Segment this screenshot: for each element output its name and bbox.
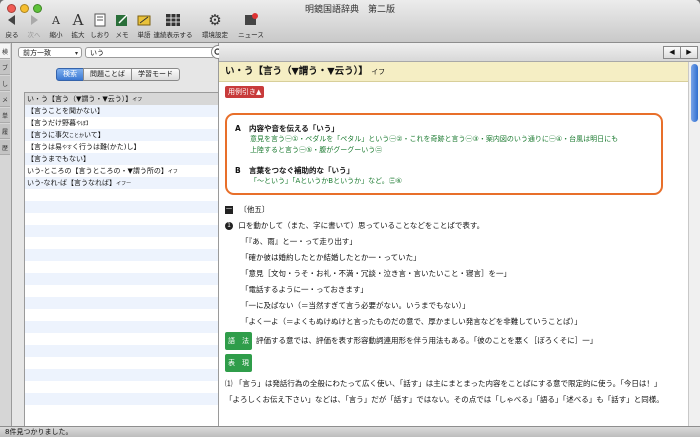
back-label: 戻る — [5, 31, 19, 39]
sidebar-tab[interactable]: 単 — [0, 108, 10, 123]
gear-icon: ⚙ — [208, 11, 222, 29]
preferences-button[interactable]: ⚙ 環境設定 — [198, 11, 232, 42]
usage-heading: B 言葉をつなぐ補助的な「いう」 — [235, 166, 354, 175]
entry-pane: ◀ ▶ い・う【言う（▼謂う・▼云う）】 イフ 用例引き▲ A 内容や音を伝える「… — [219, 43, 700, 426]
news-label: ニュース — [238, 31, 264, 39]
toolbar: 戻る 次へ A 縮小 A 拡大 しおり メモ 単語 連続表示する ⚙ 環境設定 … — [2, 11, 270, 42]
list-item[interactable]: いう-なれ-ば【言うなれば】イフー — [25, 177, 218, 189]
list-item[interactable]: 【言うだけ野暮やぼ】 — [25, 117, 218, 129]
word-card-button[interactable]: 単語 — [134, 12, 154, 42]
expression-line: ⑴ 「言う」は発話行為の全般にわたって広く使い、「話す」は主にまとまった内容をこ… — [225, 379, 662, 388]
usage-line[interactable]: 「〜という」「AというかBというか」など。㊂⑥ — [250, 176, 653, 187]
preferences-label: 環境設定 — [202, 31, 228, 39]
bookmark-label: しおり — [90, 31, 110, 39]
app-window: 明鏡国語辞典 第二版 戻る 次へ A 縮小 A 拡大 しおり メモ 単語 連続表… — [0, 0, 700, 437]
list-item[interactable]: 【言うに事欠ことかいて】 — [25, 129, 218, 141]
scrollbar-thumb[interactable] — [691, 64, 698, 122]
sidebar-tab[interactable]: 歴 — [0, 140, 10, 155]
word-card-label: 単語 — [137, 31, 151, 39]
previous-entry-button[interactable]: ◀ — [663, 46, 681, 59]
section-header: 一 〔他五〕 — [225, 202, 681, 218]
example: 「電話するように一・っておきます」 — [241, 285, 368, 294]
headword-text: い・う【言う（▼謂う・▼云う）】 — [225, 66, 368, 77]
grammar-text: 評価する意では、評価を表す形容動詞連用形を伴う用法もある。「彼のことを悪く［ぼろ… — [256, 336, 598, 345]
tab-learning-mode[interactable]: 学習モード — [131, 68, 180, 81]
arrow-left-icon: ◀ — [669, 48, 675, 56]
news-button[interactable]: ニュース — [234, 12, 268, 42]
grammar-note: 語 法評価する意では、評価を表す形容動詞連用形を伴う用法もある。「彼のことを悪く… — [225, 332, 681, 350]
font-smaller-label: 縮小 — [49, 31, 63, 39]
tab-search[interactable]: 検索 — [56, 68, 84, 81]
section-mark: 一 — [225, 206, 233, 214]
list-item[interactable]: 【言うは易やすく行うは難(かた)し】 — [25, 141, 218, 153]
back-button[interactable]: 戻る — [2, 12, 22, 42]
bookmark-icon — [94, 12, 106, 28]
window-chrome: 明鏡国語辞典 第二版 戻る 次へ A 縮小 A 拡大 しおり メモ 単語 連続表… — [0, 0, 700, 43]
sidebar-tabs: 検 ブ し メ 単 履 歴 — [0, 43, 12, 426]
section-type: 〔他五〕 — [239, 205, 270, 214]
status-bar: 8件見つかりました。 — [0, 426, 700, 437]
usage-line[interactable]: 上陸すると言う㊀⑤・腹がグーグーいう㊁ — [250, 145, 653, 156]
memo-label: メモ — [115, 31, 129, 39]
search-mode-value: 前方一致 — [23, 49, 51, 57]
example: 「確か彼は婚約したとか結婚したとか一・っていた」 — [241, 253, 421, 262]
search-input[interactable]: いう — [85, 47, 215, 58]
memo-button[interactable]: メモ — [112, 12, 132, 42]
continuous-view-icon — [165, 12, 181, 28]
sidebar-tab[interactable]: メ — [0, 92, 10, 107]
sidebar-tab[interactable]: 検 — [0, 44, 10, 59]
font-smaller-icon: A — [52, 13, 60, 27]
search-pane: 前方一致 ▾ いう 検索 問題ことば 学習モード い・う【言う（▼謂う・▼云う）… — [12, 43, 225, 427]
result-list[interactable]: い・う【言う（▼謂う・▼云う）】イフ 【言うことを聞かない】 【言うだけ野暮やぼ… — [24, 92, 219, 427]
usage-examples-toggle[interactable]: 用例引き▲ — [225, 86, 265, 98]
font-larger-label: 拡大 — [71, 31, 85, 39]
entry-headword: い・う【言う（▼謂う・▼云う）】 イフ — [219, 62, 689, 82]
expression-tag: 表 現 — [225, 354, 252, 372]
usage-line[interactable]: 意見を言う㊀①・ペダルを「ペタル」という㊀②・これを奇跡と言う㊀③・案内図のいう… — [250, 134, 653, 145]
back-arrow-icon — [6, 12, 18, 28]
list-item[interactable]: 【言うことを聞かない】 — [25, 105, 218, 117]
forward-label: 次へ — [27, 31, 41, 39]
expression-line: 「よろしくお伝え下さい」などは、「言う」だが「話す」ではない。その点では「しゃべ… — [225, 395, 664, 404]
word-card-icon — [137, 12, 151, 28]
font-larger-icon: A — [72, 11, 84, 29]
sidebar-tab[interactable]: し — [0, 76, 10, 91]
forward-arrow-icon — [28, 12, 40, 28]
chevron-down-icon: ▾ — [74, 50, 78, 57]
font-smaller-button[interactable]: A 縮小 — [46, 12, 66, 42]
list-item[interactable]: い・う【言う（▼謂う・▼云う）】イフ — [25, 93, 218, 105]
grammar-tag: 語 法 — [225, 332, 252, 350]
search-mode-tabs: 検索 問題ことば 学習モード — [56, 68, 180, 81]
example: 「意見［文句・うそ・お礼・不満・冗談・泣き言・言いたいこと・寝言］を一」 — [241, 269, 511, 278]
sidebar-tab[interactable]: ブ — [0, 60, 10, 75]
definition-number: 1 — [225, 222, 233, 230]
definition: 1 口を動かして（また、字に書いて）思っていることなどをことばで表す。 — [225, 218, 681, 234]
usage-heading: A 内容や音を伝える「いう」 — [235, 124, 339, 133]
entry-body: 用例引き▲ A 内容や音を伝える「いう」 意見を言う㊀①・ペダルを「ペタル」という… — [225, 86, 681, 408]
news-icon — [244, 12, 258, 28]
sidebar-tab[interactable]: 履 — [0, 124, 10, 139]
vertical-scrollbar[interactable] — [688, 62, 700, 426]
continuous-view-label: 連続表示する — [153, 31, 193, 39]
font-larger-button[interactable]: A 拡大 — [68, 11, 88, 42]
example: 「一に及ばない（＝当然すぎて言う必要がない。いうまでもない）」 — [241, 301, 470, 310]
list-item[interactable]: 【言うまでもない】 — [25, 153, 218, 165]
example: 「『あ、雨』と一・って走り出す」 — [241, 237, 357, 246]
search-mode-select[interactable]: 前方一致 ▾ — [18, 47, 82, 58]
headword-reading: イフ — [371, 68, 386, 76]
expression-note-header: 表 現 — [225, 354, 681, 372]
list-item[interactable]: いう-ところの【言うところの・▼謂う所の】イフ — [25, 165, 218, 177]
entry-nav-bar: ◀ ▶ — [219, 43, 700, 62]
arrow-right-icon: ▶ — [686, 48, 692, 56]
tab-problem-words[interactable]: 問題ことば — [83, 68, 132, 81]
continuous-view-button[interactable]: 連続表示する — [153, 12, 193, 42]
memo-icon — [115, 12, 129, 28]
example: 「よく一よ（＝よくもぬけぬけと言ったものだの意で、厚かましい発言などを非難してい… — [241, 317, 582, 326]
next-entry-button[interactable]: ▶ — [680, 46, 698, 59]
forward-button[interactable]: 次へ — [24, 12, 44, 42]
bookmark-button[interactable]: しおり — [90, 12, 110, 42]
usage-box: A 内容や音を伝える「いう」 意見を言う㊀①・ペダルを「ペタル」という㊀②・これを… — [225, 113, 663, 195]
definition-text: 口を動かして（また、字に書いて）思っていることなどをことばで表す。 — [238, 221, 485, 230]
